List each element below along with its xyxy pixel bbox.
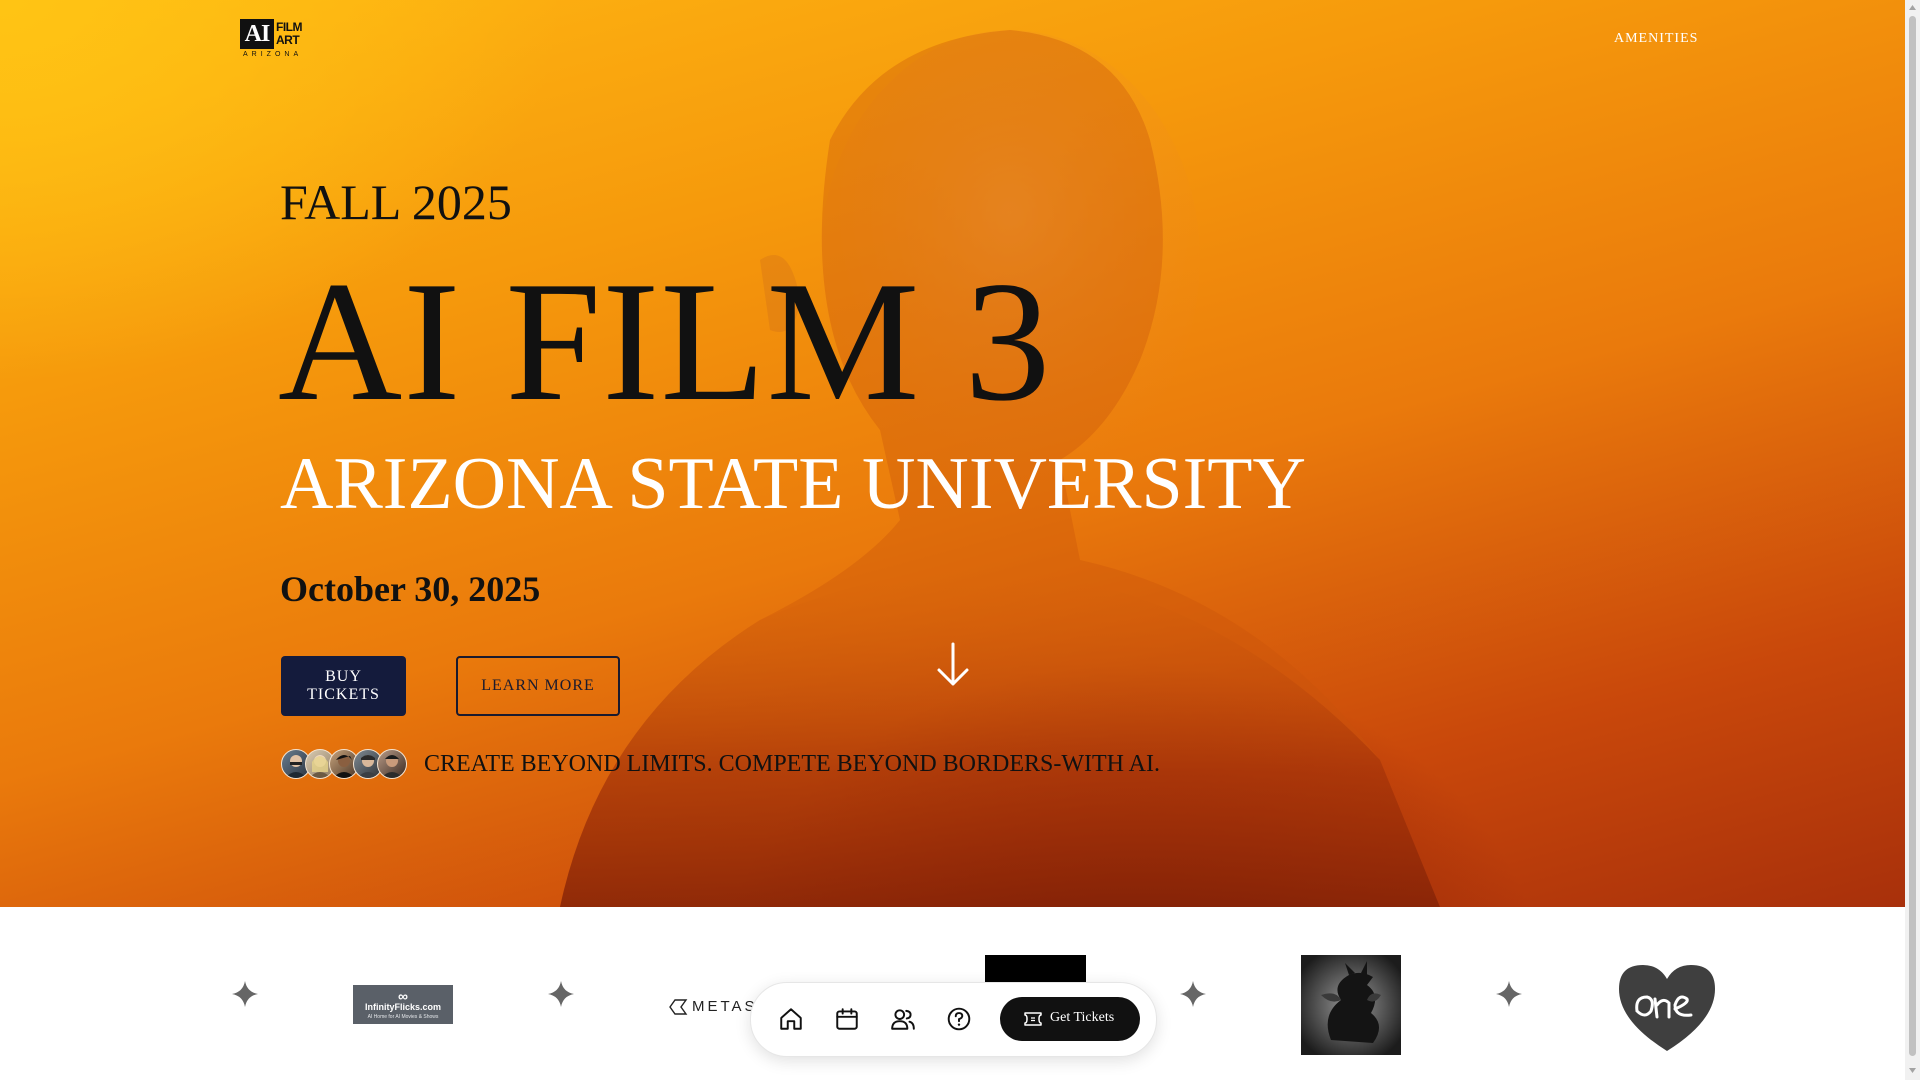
hero-tagline: CREATE BEYOND LIMITS. COMPETE BEYOND BOR… <box>424 751 1160 777</box>
sponsor-logo-one-heart[interactable] <box>1615 959 1719 1053</box>
sparkle-icon <box>1496 981 1522 1007</box>
get-tickets-label: Get Tickets <box>1050 1010 1115 1025</box>
get-tickets-button[interactable]: Get Tickets <box>1000 997 1140 1041</box>
vertical-scrollbar[interactable] <box>1905 0 1920 1080</box>
avatar <box>377 749 407 779</box>
learn-more-button[interactable]: LEARN MORE <box>456 656 620 716</box>
calendar-icon[interactable] <box>834 1006 860 1032</box>
hero-subtitle: ARIZONA STATE UNIVERSITY <box>280 443 1306 525</box>
hero-title: AI FILM 3 <box>278 247 1052 437</box>
logo-ai-mark: AI <box>240 19 274 49</box>
metasi-mark-icon <box>669 999 688 1015</box>
scrollbar-thumb[interactable] <box>1909 16 1916 1056</box>
users-icon[interactable] <box>890 1006 916 1032</box>
sparkle-icon <box>1180 981 1206 1007</box>
page: AI FILM ART ARIZONA AMENITIES FALL 2025 … <box>0 0 1905 1080</box>
sparkle-icon <box>548 981 574 1007</box>
sparkle-icon <box>232 981 258 1007</box>
nav-link-amenities[interactable]: AMENITIES <box>1614 31 1698 47</box>
ticket-icon <box>1024 1012 1042 1026</box>
site-logo[interactable]: AI FILM ART ARIZONA <box>240 19 306 61</box>
sponsor-infinity-subtitle: AI Home for AI Movies & Shows <box>367 1014 439 1020</box>
floating-dock: Get Tickets <box>750 982 1157 1057</box>
buy-tickets-button[interactable]: BUY TICKETS <box>281 656 406 716</box>
scroll-up-arrow-icon[interactable] <box>1908 3 1917 12</box>
hero-season: FALL 2025 <box>280 174 512 230</box>
sponsor-logo-dragon[interactable] <box>1301 955 1401 1055</box>
hero-section: AI FILM ART ARIZONA AMENITIES FALL 2025 … <box>0 0 1905 907</box>
scroll-down-arrow-icon[interactable] <box>1908 1066 1917 1075</box>
logo-art-text: ART <box>276 33 300 47</box>
arrow-down-icon[interactable] <box>935 642 971 688</box>
sponsor-logo-infinityflicks[interactable]: ∞ InfinityFlicks.com AI Home for AI Movi… <box>353 985 453 1024</box>
help-icon[interactable] <box>946 1006 972 1032</box>
home-icon[interactable] <box>778 1006 804 1032</box>
sponsor-infinity-name: InfinityFlicks.com <box>364 1002 442 1012</box>
participant-avatars <box>281 749 411 779</box>
event-date: October 30, 2025 <box>280 569 541 609</box>
logo-arizona-text: ARIZONA <box>243 51 303 58</box>
